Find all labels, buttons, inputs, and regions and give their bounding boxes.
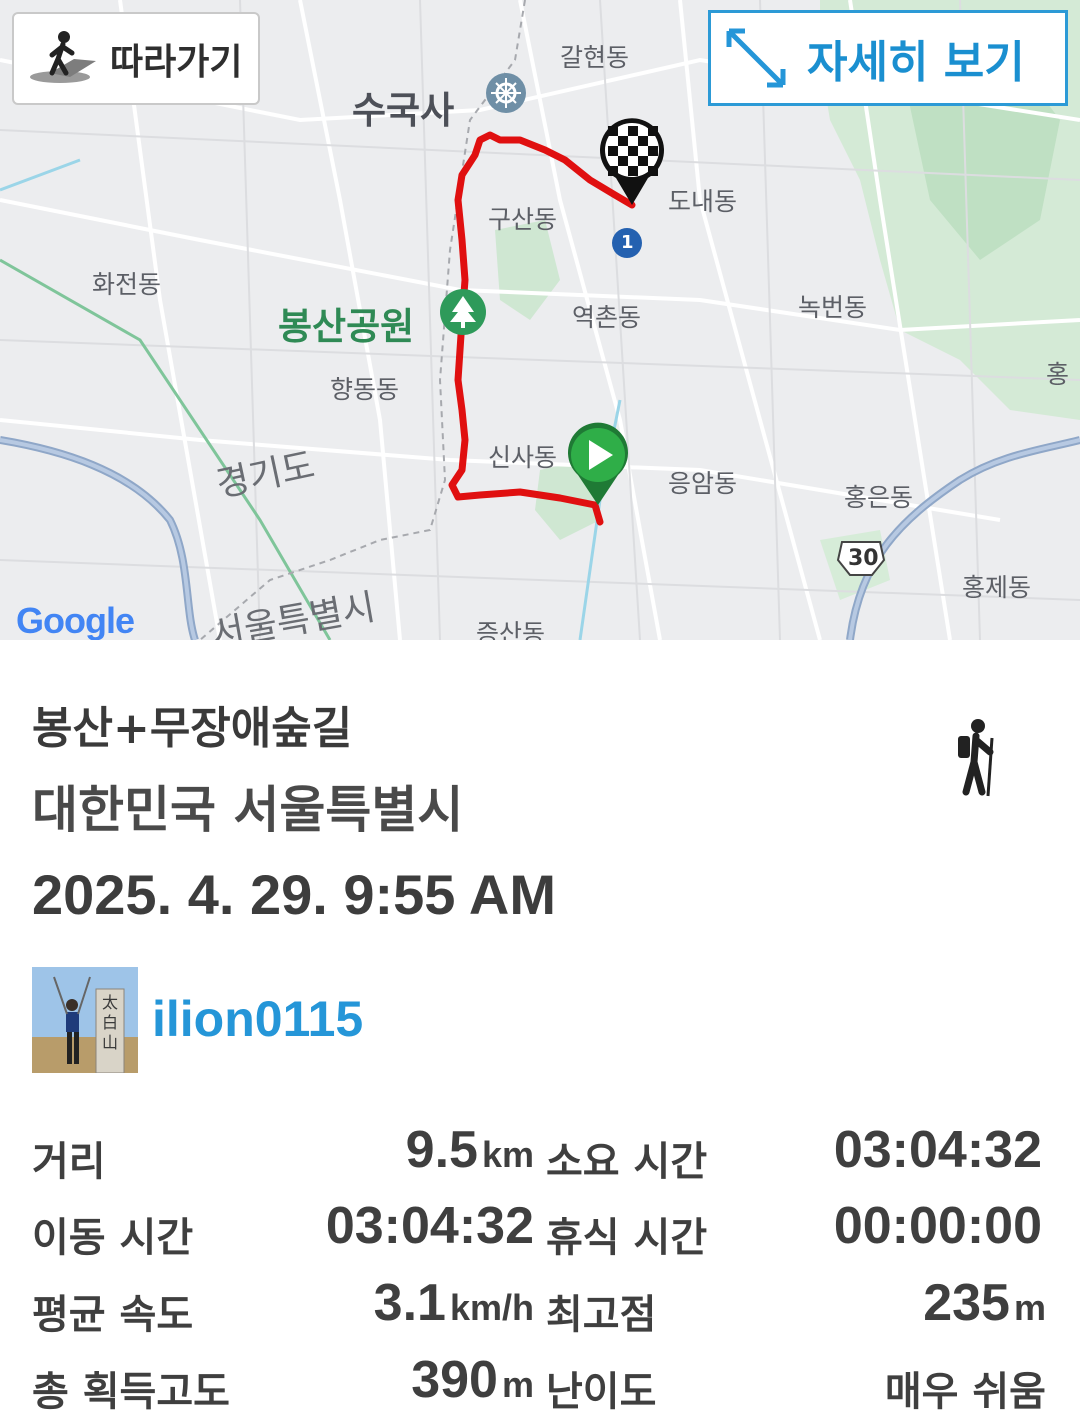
detail-view-label: 자세히 보기 [807, 37, 1025, 88]
rest-time-value: 00:00:00 [833, 1197, 1042, 1255]
start-marker-icon [568, 422, 629, 505]
track-info-panel: 봉산+무장애숲길 대한민국 서울특별시 2025. 4. 29. 9:55 AM… [0, 640, 1080, 1428]
map-label-hongeun: 홍은동 [844, 483, 914, 512]
map-label-gusan: 구산동 [488, 205, 558, 234]
total-time-value: 03:04:32 [833, 1121, 1042, 1179]
map-label-sugugsa[interactable]: 수국사 [352, 80, 454, 134]
hiking-icon [958, 719, 994, 797]
map-label-hongje: 홍제동 [962, 573, 1032, 602]
map-label-nokbeon: 녹번동 [798, 293, 868, 322]
map-label-eungam: 응암동 [668, 469, 738, 498]
track-location: 대한민국 서울특별시 [32, 781, 464, 839]
difficulty-value: 매우 쉬움 [884, 1369, 1046, 1415]
user-name-link[interactable]: ilion0115 [152, 990, 363, 1048]
map-label-yeokchon: 역촌동 [572, 303, 642, 332]
route-map[interactable]: 갈현동 수국사 도내동 구산동 화전동 봉산공원 역촌동 녹번동 홍 향동동 경… [0, 0, 1080, 640]
road-number: 30 [848, 546, 879, 571]
avatar-caption: 太白山 [102, 993, 119, 1052]
map-label-sinsa: 신사동 [488, 443, 558, 472]
difficulty-label: 난이도 [546, 1369, 657, 1415]
rest-time-label: 휴식 시간 [546, 1215, 708, 1261]
map-label-hangdong: 향동동 [330, 375, 400, 404]
map-label-hong-partial: 홍 [1046, 360, 1070, 389]
moving-time-label: 이동 시간 [32, 1215, 194, 1261]
track-datetime: 2025. 4. 29. 9:55 AM [32, 863, 557, 926]
avg-speed-value: 3.1 km/h [373, 1274, 534, 1332]
map-label-hwajeon: 화전동 [92, 270, 162, 299]
total-ascent-label: 총 획득고도 [32, 1369, 230, 1415]
map-label-galhyeon: 갈현동 [560, 43, 630, 72]
total-ascent-value: 390 m [411, 1351, 534, 1409]
avg-speed-label: 평균 속도 [32, 1292, 194, 1338]
metro-number: 1 [621, 232, 634, 253]
distance-label: 거리 [32, 1139, 106, 1185]
max-altitude-label: 최고점 [546, 1292, 657, 1338]
map-label-donae: 도내동 [668, 187, 738, 216]
google-logo: Google [16, 600, 135, 640]
distance-value: 9.5 km [405, 1121, 534, 1179]
moving-time-value: 03:04:32 [325, 1197, 534, 1255]
finish-flag-icon [600, 118, 665, 205]
temple-icon [486, 73, 526, 113]
walker-icon [30, 30, 96, 83]
park-icon [440, 289, 486, 335]
max-altitude-value: 235 m [923, 1274, 1046, 1332]
follow-button[interactable]: 따라가기 [12, 12, 260, 105]
expand-icon [726, 28, 786, 88]
track-title: 봉산+무장애숲길 [32, 703, 353, 754]
detail-view-button[interactable]: 자세히 보기 [708, 10, 1068, 106]
total-time-label: 소요 시간 [546, 1139, 708, 1185]
map-label-jeungsan: 증산동 [476, 619, 546, 640]
user-avatar[interactable]: 太白山 [32, 967, 138, 1073]
map-label-bongsan-park[interactable]: 봉산공원 [278, 296, 414, 350]
follow-button-label: 따라가기 [110, 41, 243, 83]
